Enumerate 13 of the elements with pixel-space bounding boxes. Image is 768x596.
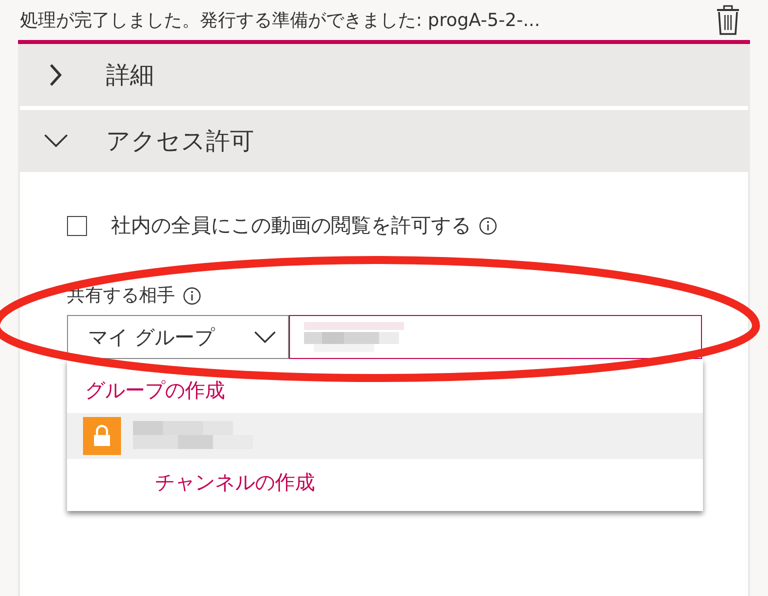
info-icon [183, 287, 201, 305]
info-icon [479, 216, 497, 234]
lock-icon [83, 417, 121, 455]
trash-icon[interactable] [716, 5, 740, 35]
share-input-field[interactable] [289, 315, 702, 359]
scope-dropdown[interactable]: マイ グループ [67, 315, 289, 359]
chevron-down-icon [44, 134, 68, 148]
chevron-down-icon [254, 331, 276, 343]
checkbox[interactable] [67, 216, 87, 236]
notification-message: 処理が完了しました。発行する準備ができました: progA-5-2-... [20, 9, 540, 32]
checkbox-label: 社内の全員にこの動画の閲覧を許可する [111, 212, 471, 239]
menu-link[interactable]: グループの作成 [67, 367, 703, 413]
menu-link[interactable]: チャンネルの作成 [67, 459, 703, 505]
